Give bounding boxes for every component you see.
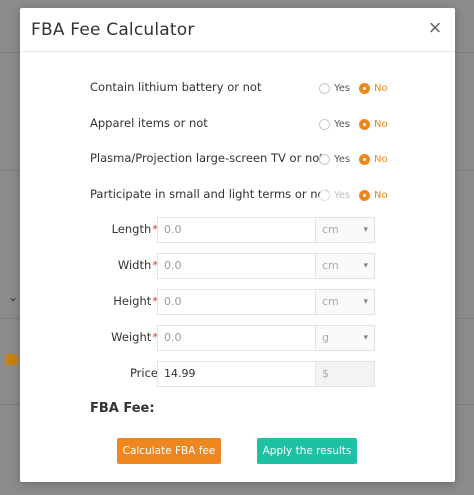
radio-checked-icon xyxy=(359,189,370,201)
weight-input[interactable]: 0.0 xyxy=(157,325,315,351)
question-small-and-light: Participate in small and light terms or … xyxy=(90,185,390,205)
radio-unchecked-icon xyxy=(319,153,330,165)
height-row: Height* 0.0 cm ▾ xyxy=(90,289,380,315)
close-icon[interactable]: × xyxy=(425,17,445,39)
dialog-title: FBA Fee Calculator xyxy=(31,20,195,40)
height-label: Height* xyxy=(113,294,158,308)
width-label: Width* xyxy=(117,258,158,272)
height-unit-select[interactable]: cm ▾ xyxy=(315,289,375,315)
length-label: Length* xyxy=(111,222,158,236)
radio-checked-icon xyxy=(359,118,370,130)
radio-checked-icon xyxy=(359,82,370,94)
radio-yes[interactable]: Yes xyxy=(319,117,350,131)
chevron-down-icon: ▾ xyxy=(363,333,368,343)
price-row: Price 14.99 $ xyxy=(90,361,380,387)
length-input[interactable]: 0.0 xyxy=(157,217,315,243)
question-label: Plasma/Projection large-screen TV or not xyxy=(90,151,324,165)
radio-no[interactable]: No xyxy=(359,188,388,202)
question-label: Participate in small and light terms or … xyxy=(90,187,330,201)
radio-yes[interactable]: Yes xyxy=(319,81,350,95)
radio-unchecked-icon xyxy=(319,118,330,130)
height-input[interactable]: 0.0 xyxy=(157,289,315,315)
currency-addon: $ xyxy=(315,361,375,387)
length-row: Length* 0.0 cm ▾ xyxy=(90,217,380,243)
weight-label: Weight* xyxy=(111,330,158,344)
width-input[interactable]: 0.0 xyxy=(157,253,315,279)
radio-yes[interactable]: Yes xyxy=(319,152,350,166)
radio-checked-icon xyxy=(359,153,370,165)
radio-no[interactable]: No xyxy=(359,152,388,166)
chevron-down-icon: ▾ xyxy=(363,297,368,307)
radio-no-label: No xyxy=(374,118,388,130)
radio-yes-label: Yes xyxy=(334,189,351,201)
radio-no[interactable]: No xyxy=(359,117,388,131)
weight-row: Weight* 0.0 g ▾ xyxy=(90,325,380,351)
price-label: Price xyxy=(129,366,158,380)
radio-unchecked-icon xyxy=(319,189,330,201)
radio-yes-label: Yes xyxy=(334,118,351,130)
calculate-fba-fee-button[interactable]: Calculate FBA fee xyxy=(117,438,221,464)
question-apparel: Apparel items or not Yes No xyxy=(90,114,390,134)
dialog-header: FBA Fee Calculator × xyxy=(20,8,455,52)
radio-unchecked-icon xyxy=(319,82,330,94)
radio-yes-label: Yes xyxy=(334,82,351,94)
radio-yes-disabled: Yes xyxy=(319,188,350,202)
chevron-down-icon: ▾ xyxy=(363,225,368,235)
question-label: Apparel items or not xyxy=(90,116,208,130)
fba-fee-result-label: FBA Fee: xyxy=(90,401,155,416)
width-row: Width* 0.0 cm ▾ xyxy=(90,253,380,279)
length-unit-select[interactable]: cm ▾ xyxy=(315,217,375,243)
chevron-down-icon: ▾ xyxy=(363,261,368,271)
question-label: Contain lithium battery or not xyxy=(90,80,262,94)
radio-no-label: No xyxy=(374,189,388,201)
background-calendar-icon xyxy=(6,354,17,365)
radio-no-label: No xyxy=(374,153,388,165)
radio-no-label: No xyxy=(374,82,388,94)
background-chevron-down-icon: ⌄ xyxy=(8,290,19,304)
question-lithium-battery: Contain lithium battery or not Yes No xyxy=(90,78,390,98)
radio-yes-label: Yes xyxy=(334,153,351,165)
apply-results-button[interactable]: Apply the results xyxy=(257,438,357,464)
radio-no[interactable]: No xyxy=(359,81,388,95)
fba-fee-calculator-dialog: FBA Fee Calculator × Contain lithium bat… xyxy=(20,8,455,482)
width-unit-select[interactable]: cm ▾ xyxy=(315,253,375,279)
weight-unit-select[interactable]: g ▾ xyxy=(315,325,375,351)
question-large-screen-tv: Plasma/Projection large-screen TV or not… xyxy=(90,149,390,169)
price-input[interactable]: 14.99 xyxy=(157,361,315,387)
